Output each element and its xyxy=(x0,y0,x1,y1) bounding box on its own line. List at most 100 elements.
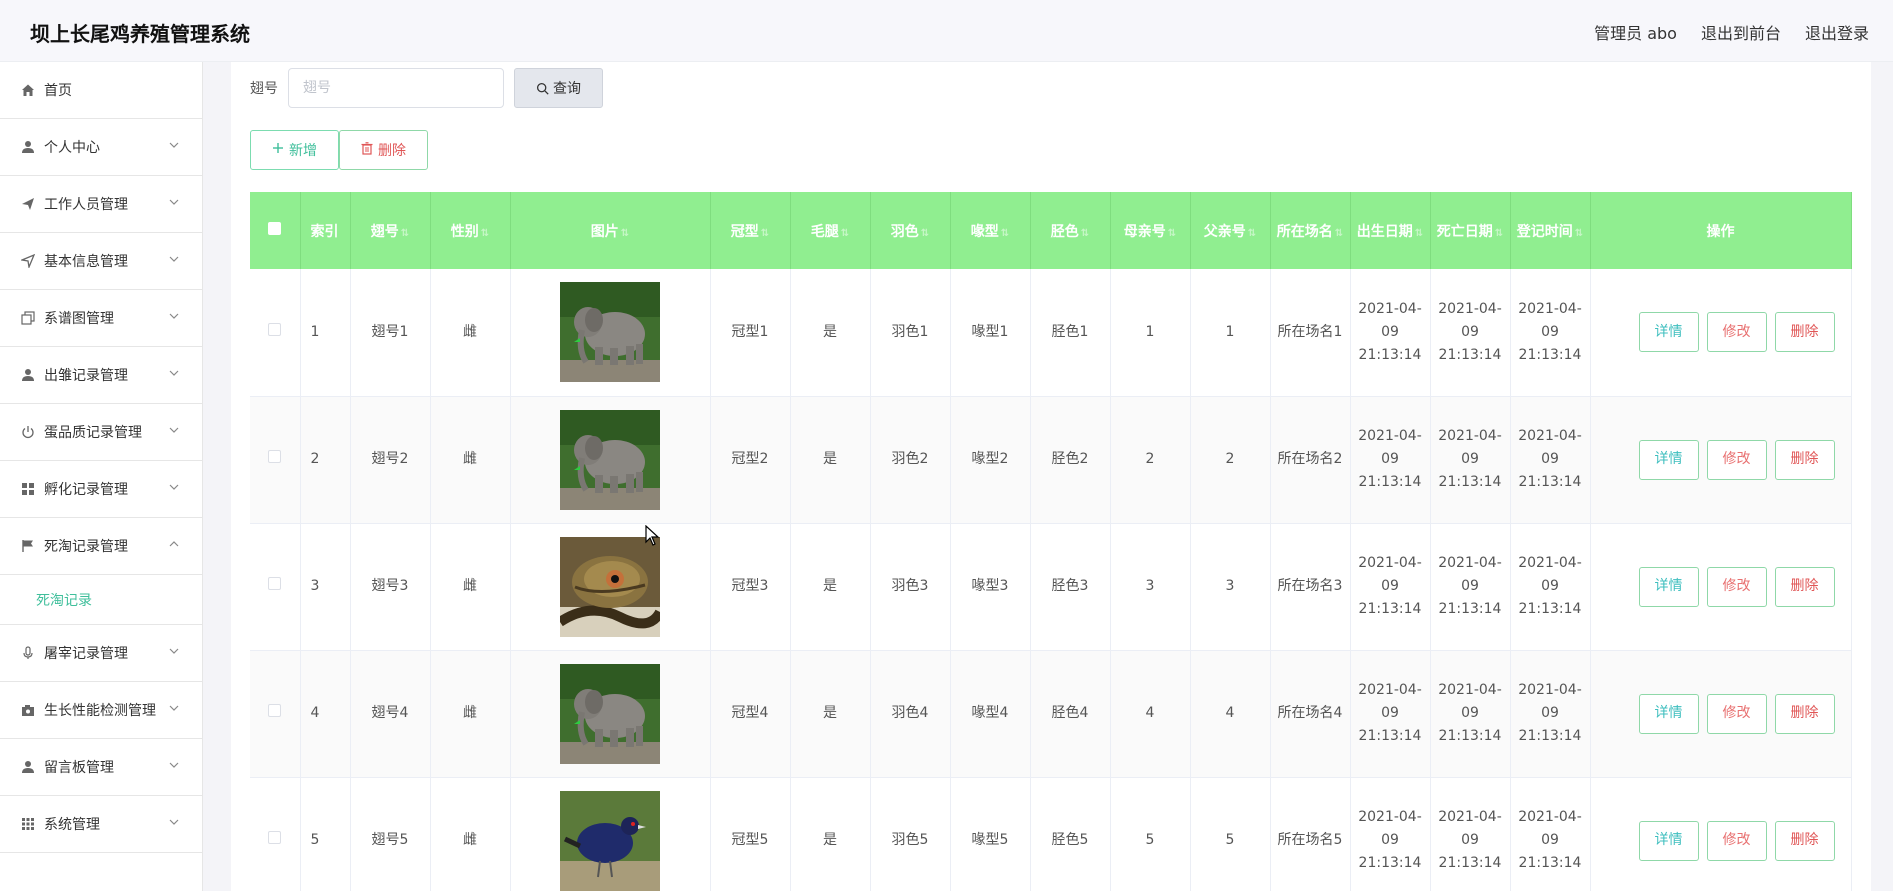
sort-icon[interactable]: ⇅ xyxy=(1335,228,1343,239)
sidebar-item-8[interactable]: 死淘记录管理 xyxy=(0,518,202,575)
column-header-1[interactable]: 翅号 ⇅ xyxy=(350,192,431,269)
row-checkbox[interactable] xyxy=(268,577,282,590)
query-button[interactable]: 查询 xyxy=(514,68,603,108)
column-header-5[interactable]: 毛腿 ⇅ xyxy=(790,192,871,269)
sidebar-item-9[interactable]: 屠宰记录管理 xyxy=(0,625,202,682)
edit-button[interactable]: 修改 xyxy=(1706,693,1767,734)
detail-button[interactable]: 详情 xyxy=(1638,820,1699,861)
column-header-11[interactable]: 所在场名 ⇅ xyxy=(1270,192,1351,269)
cell-actions: 详情 修改 删除 xyxy=(1590,523,1852,650)
table-row: 3 翅号3 雌冠型3 是羽色3 喙型3 胫色3 3 3 所在场名3 2021-04-09 21:1… xyxy=(250,523,1852,650)
column-header-4[interactable]: 冠型 ⇅ xyxy=(710,192,791,269)
cell-death: 2021-04-09 21:13:14 xyxy=(1430,269,1511,396)
camera-icon xyxy=(20,702,36,718)
edit-button[interactable]: 修改 xyxy=(1706,820,1767,861)
chevron-up-icon xyxy=(168,538,180,550)
column-header-12[interactable]: 出生日期 ⇅ xyxy=(1350,192,1431,269)
delete-button[interactable]: 删除 xyxy=(1774,693,1835,734)
column-header-9[interactable]: 母亲号 ⇅ xyxy=(1110,192,1191,269)
column-header-label: 胫色 xyxy=(1050,223,1079,240)
delete-button[interactable]: 删除 xyxy=(1774,439,1835,480)
chevron-down-icon xyxy=(168,645,180,657)
cell-legs: 是 xyxy=(790,523,871,650)
cell-farm: 所在场名3 xyxy=(1270,523,1351,650)
sort-icon[interactable]: ⇅ xyxy=(401,228,409,239)
sort-icon[interactable]: ⇅ xyxy=(1081,228,1089,239)
cell-sex: 雌 xyxy=(430,523,511,650)
row-checkbox[interactable] xyxy=(268,831,282,844)
sidebar-item-5[interactable]: 出雏记录管理 xyxy=(0,347,202,404)
sort-icon[interactable]: ⇅ xyxy=(1001,228,1009,239)
chevron-down-icon xyxy=(168,424,180,436)
sidebar-item-6[interactable]: 蛋品质记录管理 xyxy=(0,404,202,461)
row-checkbox[interactable] xyxy=(268,322,282,336)
sidebar-item-label: 蛋品质记录管理 xyxy=(44,425,142,441)
column-header-14[interactable]: 登记时间 ⇅ xyxy=(1510,192,1591,269)
add-button[interactable]: 新增 xyxy=(250,130,339,170)
sort-icon[interactable]: ⇅ xyxy=(841,228,849,239)
sidebar-item-10[interactable]: 生长性能检测管理 xyxy=(0,682,202,739)
sort-icon[interactable]: ⇅ xyxy=(1168,228,1176,239)
sort-icon[interactable]: ⇅ xyxy=(1248,228,1256,239)
column-header-10[interactable]: 父亲号 ⇅ xyxy=(1190,192,1271,269)
sidebar-item-1[interactable]: 个人中心 xyxy=(0,119,202,176)
column-header-8[interactable]: 胫色 ⇅ xyxy=(1030,192,1111,269)
cell-wing: 翅号5 xyxy=(350,777,431,891)
column-header-label: 登记时间 xyxy=(1516,223,1573,240)
sort-icon[interactable]: ⇅ xyxy=(481,228,489,239)
cell-legs: 是 xyxy=(790,650,871,777)
sidebar-subitem-death-record[interactable]: 死淘记录 xyxy=(0,575,202,625)
sidebar-item-2[interactable]: 工作人员管理 xyxy=(0,176,202,233)
exit-to-front-link[interactable]: 退出到前台 xyxy=(1701,20,1781,44)
edit-button[interactable]: 修改 xyxy=(1706,566,1767,607)
detail-button[interactable]: 详情 xyxy=(1638,566,1699,607)
edit-button[interactable]: 修改 xyxy=(1706,439,1767,480)
cell-reg: 2021-04-09 21:13:14 xyxy=(1510,269,1591,396)
column-header-label: 羽色 xyxy=(890,223,919,240)
search-input[interactable] xyxy=(288,68,504,108)
sort-icon[interactable]: ⇅ xyxy=(1415,228,1423,239)
detail-button[interactable]: 详情 xyxy=(1638,439,1699,480)
sidebar-item-label: 生长性能检测管理 xyxy=(44,703,156,719)
cell-beak: 喙型3 xyxy=(950,523,1031,650)
sort-icon[interactable]: ⇅ xyxy=(761,228,769,239)
delete-button[interactable]: 删除 xyxy=(1774,566,1835,607)
sidebar-item-12[interactable]: 系统管理 xyxy=(0,796,202,853)
action-bar: 新增 删除 xyxy=(250,130,428,170)
cell-comb: 冠型2 xyxy=(710,396,791,523)
sidebar-item-4[interactable]: 系谱图管理 xyxy=(0,290,202,347)
column-header-7[interactable]: 喙型 ⇅ xyxy=(950,192,1031,269)
sidebar-item-label: 基本信息管理 xyxy=(44,254,128,270)
select-all-checkbox[interactable] xyxy=(268,222,282,235)
detail-button[interactable]: 详情 xyxy=(1638,693,1699,734)
edit-button[interactable]: 修改 xyxy=(1706,312,1767,353)
column-header-2[interactable]: 性别 ⇅ xyxy=(430,192,511,269)
row-checkbox[interactable] xyxy=(268,450,282,463)
detail-button[interactable]: 详情 xyxy=(1638,312,1699,353)
logout-link[interactable]: 退出登录 xyxy=(1805,20,1869,44)
sidebar-item-0[interactable]: 首页 xyxy=(0,62,202,119)
sort-icon[interactable]: ⇅ xyxy=(1575,228,1583,239)
sort-icon[interactable]: ⇅ xyxy=(621,228,629,239)
sort-icon[interactable]: ⇅ xyxy=(921,228,929,239)
cell-image xyxy=(510,777,711,891)
chevron-down-icon xyxy=(168,759,180,771)
batch-delete-button[interactable]: 删除 xyxy=(339,130,428,170)
column-header-label: 索引 xyxy=(310,223,339,240)
power-icon xyxy=(20,424,36,440)
sort-icon[interactable]: ⇅ xyxy=(1495,228,1503,239)
table-row: 4 翅号4 雌冠型4 是羽色4 喙型4 胫色4 4 4 所在场名4 2021-04-09 21:1… xyxy=(250,650,1852,777)
sidebar-item-7[interactable]: 孵化记录管理 xyxy=(0,461,202,518)
sidebar-item-3[interactable]: 基本信息管理 xyxy=(0,233,202,290)
sidebar-item-11[interactable]: 留言板管理 xyxy=(0,739,202,796)
row-select-cell xyxy=(250,523,301,650)
delete-button[interactable]: 删除 xyxy=(1774,820,1835,861)
delete-button[interactable]: 删除 xyxy=(1774,312,1835,353)
column-header-13[interactable]: 死亡日期 ⇅ xyxy=(1430,192,1511,269)
sidebar-item-label: 系统管理 xyxy=(44,817,100,833)
column-header-3[interactable]: 图片 ⇅ xyxy=(510,192,711,269)
row-checkbox[interactable] xyxy=(268,704,282,717)
sidebar-item-label: 个人中心 xyxy=(44,140,100,156)
column-header-6[interactable]: 羽色 ⇅ xyxy=(870,192,951,269)
chevron-down-icon xyxy=(168,816,180,828)
